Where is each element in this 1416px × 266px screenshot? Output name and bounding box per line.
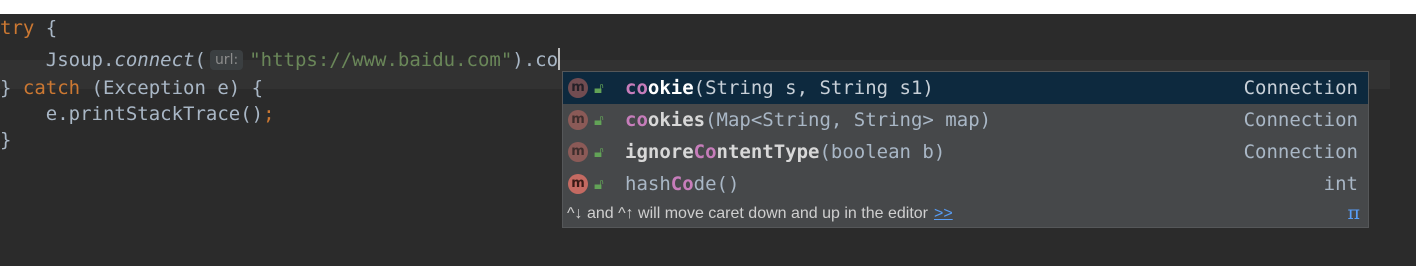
pi-icon[interactable]: π	[1348, 200, 1361, 227]
public-lock-icon: 🔓︎	[594, 175, 604, 193]
completion-signature: cookie(String s, String s1)	[625, 72, 934, 104]
completion-params: ()	[716, 173, 740, 195]
code-line-1[interactable]: try {	[0, 14, 57, 42]
completion-item-hashcode[interactable]: m 🔓︎ hashCode() int	[563, 168, 1368, 200]
string-literal: "https://www.baidu.com"	[249, 49, 513, 71]
completion-params: (String s, String s1)	[693, 77, 934, 99]
method-icon: m	[568, 142, 588, 162]
parameter-hint: url:	[209, 50, 244, 70]
public-lock-icon: 🔓︎	[594, 143, 604, 161]
completion-tip-text: ^↓ and ^↑ will move caret down and up in…	[567, 205, 928, 222]
method-icon: m	[568, 78, 588, 98]
completion-item-ignorecontenttype[interactable]: m 🔓︎ ignoreContentType(boolean b) Connec…	[563, 136, 1368, 168]
keyword-catch: catch	[22, 77, 81, 99]
public-lock-icon: 🔓︎	[594, 79, 604, 97]
tip-more-link[interactable]: >>	[934, 205, 953, 222]
completion-params: (boolean b)	[819, 141, 946, 163]
completion-signature: cookies(Map<String, String> map)	[625, 104, 991, 136]
method-icon: m	[568, 110, 588, 130]
completion-return-type: Connection	[1243, 109, 1358, 131]
completion-popup[interactable]: m 🔓︎ cookie(String s, String s1) Connect…	[562, 71, 1369, 228]
completion-return-type: int	[1323, 173, 1358, 195]
completion-name: hashCode	[625, 173, 717, 195]
completion-footer: ^↓ and ^↑ will move caret down and up in…	[563, 200, 1368, 227]
code-line-4[interactable]: e.printStackTrace();	[0, 100, 275, 128]
completion-return-type: Connection	[1243, 77, 1358, 99]
completion-item-cookies[interactable]: m 🔓︎ cookies(Map<String, String> map) Co…	[563, 104, 1368, 136]
completion-params: (Map<String, String> map)	[705, 109, 992, 131]
code-line-2[interactable]: Jsoup.connect(url: "https://www.baidu.com…	[0, 46, 561, 74]
completion-item-cookie[interactable]: m 🔓︎ cookie(String s, String s1) Connect…	[563, 72, 1368, 104]
completion-name: cookie	[625, 77, 694, 99]
completion-name: cookies	[625, 109, 706, 131]
completion-signature: hashCode()	[625, 168, 739, 200]
public-lock-icon: 🔓︎	[594, 111, 604, 129]
method-icon: m	[568, 174, 588, 194]
completion-signature: ignoreContentType(boolean b)	[625, 136, 945, 168]
completion-name: ignoreContentType	[625, 141, 820, 163]
completion-return-type: Connection	[1243, 141, 1358, 163]
text-caret	[558, 48, 561, 70]
code-line-5[interactable]: }	[0, 126, 11, 154]
keyword-try: try	[0, 17, 35, 39]
method-connect: connect	[114, 49, 195, 71]
code-line-3[interactable]: } catch (Exception e) {	[0, 74, 263, 102]
window-top-strip	[0, 0, 1416, 14]
